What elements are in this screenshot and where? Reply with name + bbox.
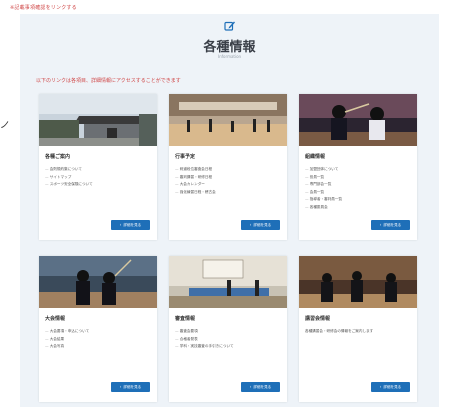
card-list: 大会要項・申込について 大会結果 大会写真: [45, 328, 89, 351]
list-item[interactable]: 大会結果: [45, 336, 89, 344]
list-item[interactable]: スポーツ安全保険について: [45, 181, 93, 189]
card-description: 各種講習会・研修会の情報をご案内します: [305, 329, 374, 333]
detail-button[interactable]: › 詳細を見る: [111, 382, 150, 392]
card-title: 審査情報: [175, 316, 196, 322]
list-item[interactable]: 役員一覧: [305, 174, 342, 182]
side-mark: ﾉ: [0, 117, 11, 133]
card-list: 加盟団体について 役員一覧 専門部会一覧 会員一覧 指導者・審判員一覧 各種委員…: [305, 166, 342, 211]
card-examinations: 審査情報 審査会要項 合格者発表 学科・実技審査の手引きについて ›詳細を見る: [169, 256, 287, 402]
card-title: 講習会情報: [305, 316, 331, 322]
page-subtitle: Information: [217, 54, 242, 59]
card-organization: 組織情報 加盟団体について 役員一覧 専門部会一覧 会員一覧 指導者・審判員一覧…: [299, 94, 417, 240]
card-list: 剣道段位審査会日程 審判講習・研修日程 大会カレンダー 強化練習日程・稽古会: [175, 166, 216, 196]
arrow-right-icon: ›: [379, 222, 382, 227]
arrow-right-icon: ›: [249, 222, 252, 227]
card-title: 各種ご案内: [45, 154, 71, 160]
card-events: 行事予定 剣道段位審査会日程 審判講習・研修日程 大会カレンダー 強化練習日程・…: [169, 94, 287, 240]
list-item[interactable]: 合格者発表: [175, 336, 234, 344]
list-item[interactable]: 指導者・審判員一覧: [305, 196, 342, 204]
arrow-right-icon: ›: [119, 222, 122, 227]
edit-icon: [224, 21, 235, 31]
card-photo-gym: [169, 94, 287, 146]
card-title: 行事予定: [175, 154, 196, 160]
list-item[interactable]: 会則規約集について: [45, 166, 93, 174]
list-item[interactable]: 専門部会一覧: [305, 181, 342, 189]
list-item[interactable]: 審判講習・研修日程: [175, 174, 216, 182]
list-item[interactable]: 加盟団体について: [305, 166, 342, 174]
card-photo-tournament: [39, 256, 157, 308]
list-item[interactable]: サイトマップ: [45, 174, 93, 182]
card-tournaments: 大会情報 大会要項・申込について 大会結果 大会写真 ›詳細を見る: [39, 256, 157, 402]
list-item[interactable]: 強化練習日程・稽古会: [175, 189, 216, 197]
card-title: 大会情報: [45, 316, 66, 322]
list-item[interactable]: 剣道段位審査会日程: [175, 166, 216, 174]
arrow-right-icon: ›: [119, 384, 122, 389]
top-note: ※記載事項確認をリンクする: [10, 5, 77, 11]
card-general: 各種ご案内 会則規約集について サイトマップ スポーツ安全保険について ›詳細を…: [39, 94, 157, 240]
list-item[interactable]: 会員一覧: [305, 189, 342, 197]
info-panel: 各種情報 Information 以下のリンクは各項目、詳細情報にアクセスするこ…: [20, 14, 439, 407]
card-title: 組織情報: [305, 154, 326, 160]
card-seminars: 講習会情報 各種講習会・研修会の情報をご案内します › 詳細を見る: [299, 256, 417, 402]
list-item[interactable]: 大会要項・申込について: [45, 328, 89, 336]
card-list: 会則規約集について サイトマップ スポーツ安全保険について: [45, 166, 93, 189]
arrow-right-icon: ›: [379, 384, 382, 389]
list-item[interactable]: 各種委員会: [305, 204, 342, 212]
list-item[interactable]: 大会カレンダー: [175, 181, 216, 189]
list-item[interactable]: 審査会要項: [175, 328, 234, 336]
card-photo-seminar: [299, 256, 417, 308]
page-title: 各種情報: [203, 40, 256, 55]
card-photo-examination: [169, 256, 287, 308]
list-item[interactable]: 大会写真: [45, 343, 89, 351]
detail-button[interactable]: › 詳細を見る: [241, 382, 280, 392]
detail-button[interactable]: › 詳細を見る: [111, 220, 150, 230]
arrow-right-icon: ›: [249, 384, 252, 389]
detail-button[interactable]: › 詳細を見る: [241, 220, 280, 230]
card-photo-kendo: [299, 94, 417, 146]
detail-button[interactable]: › 詳細を見る: [371, 220, 410, 230]
detail-button[interactable]: › 詳細を見る: [371, 382, 410, 392]
card-photo-castle: [39, 94, 157, 146]
card-list: 審査会要項 合格者発表 学科・実技審査の手引きについて: [175, 328, 234, 351]
notice-text: 以下のリンクは各項目、詳細情報にアクセスすることができます: [36, 78, 181, 84]
list-item[interactable]: 学科・実技審査の手引きについて: [175, 343, 234, 351]
